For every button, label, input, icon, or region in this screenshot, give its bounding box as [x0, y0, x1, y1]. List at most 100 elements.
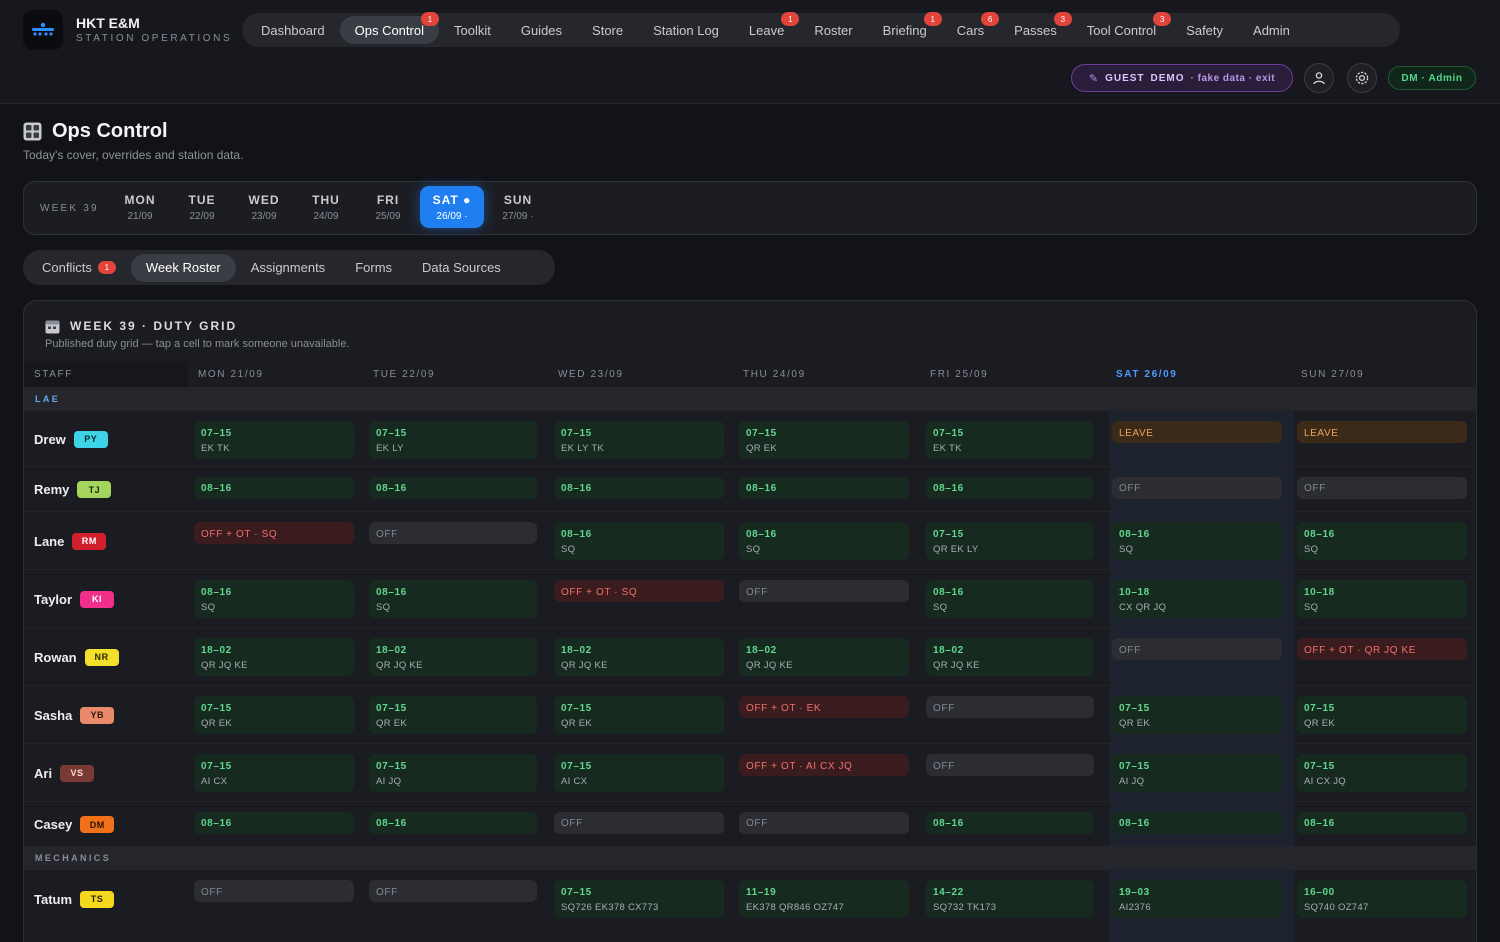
- duty-cell[interactable]: 07–15 QR EK: [1112, 696, 1282, 734]
- tab-week-roster[interactable]: Week Roster: [130, 253, 236, 282]
- duty-cell[interactable]: OFF: [1112, 476, 1282, 499]
- duty-cell[interactable]: 07–15 EK TK: [194, 421, 354, 459]
- nav-item-ops-control[interactable]: Ops Control 1: [339, 12, 439, 44]
- duty-cell[interactable]: OFF: [1112, 638, 1282, 660]
- duty-cell[interactable]: LEAVE: [1297, 421, 1467, 443]
- duty-cell[interactable]: 14–22 SQ732 TK173: [926, 880, 1094, 918]
- duty-cell[interactable]: 07–15 QR EK: [369, 696, 537, 734]
- gear-icon[interactable]: [1347, 63, 1377, 93]
- duty-cell[interactable]: 08–16: [194, 811, 354, 834]
- duty-cell[interactable]: 10–18 SQ: [1297, 580, 1467, 618]
- duty-cell[interactable]: 07–15 EK LY TK: [554, 421, 724, 459]
- nav-item-roster[interactable]: Roster: [799, 16, 867, 44]
- duty-cell[interactable]: 08–16: [1112, 811, 1282, 834]
- duty-cell[interactable]: OFF: [1297, 476, 1467, 499]
- duty-cell[interactable]: 07–15 QR EK: [194, 696, 354, 734]
- duty-cell[interactable]: 18–02 QR JQ KE: [194, 638, 354, 676]
- duty-cell[interactable]: 07–15 QR EK: [1297, 696, 1467, 734]
- user-role-pill[interactable]: DM · Admin: [1388, 66, 1476, 90]
- tab-data-sources[interactable]: Data Sources: [407, 254, 516, 282]
- day-chip-fri[interactable]: FRI 25/09: [356, 186, 420, 228]
- duty-cell[interactable]: OFF + OT · QR JQ KE: [1297, 638, 1467, 660]
- duty-cell[interactable]: 08–16: [739, 476, 909, 499]
- duty-cell[interactable]: LEAVE: [1112, 421, 1282, 443]
- duty-cell[interactable]: OFF: [926, 696, 1094, 718]
- duty-cell[interactable]: 08–16: [1297, 811, 1467, 834]
- duty-cell[interactable]: 08–16: [926, 811, 1094, 834]
- duty-cell[interactable]: OFF: [926, 754, 1094, 776]
- duty-cell[interactable]: 08–16 SQ: [369, 580, 537, 618]
- duty-cell[interactable]: 08–16 SQ: [739, 522, 909, 560]
- duty-cell[interactable]: 07–15 AI JQ: [369, 754, 537, 792]
- duty-cell[interactable]: OFF: [554, 811, 724, 834]
- duty-cell[interactable]: 07–15 AI JQ: [1112, 754, 1282, 792]
- duty-airlines: EK LY: [376, 443, 404, 454]
- duty-cell[interactable]: 07–15 AI CX: [554, 754, 724, 792]
- duty-cell[interactable]: OFF + OT · AI CX JQ: [739, 754, 909, 776]
- day-chip-sun[interactable]: SUN 27/09 ·: [486, 186, 550, 228]
- staff-initials-badge: TJ: [77, 481, 112, 498]
- nav-item-leave[interactable]: Leave 1: [734, 12, 800, 44]
- guest-demo-pill[interactable]: ✎ GUEST DEMO · fake data · exit: [1071, 64, 1293, 92]
- duty-cell[interactable]: OFF: [194, 880, 354, 902]
- tab-forms[interactable]: Forms: [340, 254, 407, 282]
- nav-item-passes[interactable]: Passes 3: [999, 12, 1072, 44]
- day-chip-wed[interactable]: WED 23/09: [232, 186, 296, 228]
- duty-cell[interactable]: 07–15 QR EK: [739, 421, 909, 459]
- duty-cell[interactable]: 08–16: [926, 476, 1094, 499]
- duty-cell[interactable]: 08–16: [369, 476, 537, 499]
- duty-cell[interactable]: 16–00 SQ740 OZ747: [1297, 880, 1467, 918]
- nav-item-store[interactable]: Store: [577, 16, 638, 44]
- day-chip-tue[interactable]: TUE 22/09: [170, 186, 234, 228]
- duty-cell[interactable]: OFF: [369, 880, 537, 902]
- nav-item-briefing[interactable]: Briefing 1: [868, 12, 942, 44]
- duty-cell[interactable]: OFF + OT · EK: [739, 696, 909, 718]
- duty-cell[interactable]: OFF + OT · SQ: [194, 522, 354, 544]
- duty-cell[interactable]: 18–02 QR JQ KE: [554, 638, 724, 676]
- duty-cell[interactable]: 07–15 SQ726 EK378 CX773: [554, 880, 724, 918]
- tab-conflicts[interactable]: Conflicts 1: [27, 254, 131, 282]
- day-chip-thu[interactable]: THU 24/09: [294, 186, 358, 228]
- duty-cell[interactable]: 19–03 AI2376: [1112, 880, 1282, 918]
- nav-item-guides[interactable]: Guides: [506, 16, 577, 44]
- duty-cell[interactable]: 07–15 EK LY: [369, 421, 537, 459]
- duty-cell[interactable]: 07–15 AI CX: [194, 754, 354, 792]
- duty-cell[interactable]: 08–16: [194, 476, 354, 499]
- nav-item-station-log[interactable]: Station Log: [638, 16, 734, 44]
- nav-item-toolkit[interactable]: Toolkit: [439, 16, 506, 44]
- staff-name: Drew: [34, 431, 66, 447]
- duty-cell[interactable]: 08–16 SQ: [1297, 522, 1467, 560]
- duty-cell[interactable]: 08–16: [369, 811, 537, 834]
- aircraft-logo-icon[interactable]: [23, 10, 63, 50]
- duty-cell[interactable]: OFF + OT · SQ: [554, 580, 724, 602]
- duty-cell[interactable]: 07–15 QR EK LY: [926, 522, 1094, 560]
- duty-cell[interactable]: 11–19 EK378 QR846 OZ747: [739, 880, 909, 918]
- duty-cell[interactable]: 18–02 QR JQ KE: [926, 638, 1094, 676]
- guest-exit-link[interactable]: · fake data · exit: [1191, 73, 1276, 84]
- day-chip-sat[interactable]: SAT ● 26/09 ·: [420, 186, 484, 228]
- duty-cell[interactable]: 07–15 AI CX JQ: [1297, 754, 1467, 792]
- duty-cell[interactable]: 08–16 SQ: [1112, 522, 1282, 560]
- duty-cell[interactable]: 08–16 SQ: [926, 580, 1094, 618]
- duty-cell[interactable]: 07–15 EK TK: [926, 421, 1094, 459]
- duty-cell[interactable]: OFF: [739, 811, 909, 834]
- nav-item-cars[interactable]: Cars 6: [942, 12, 1000, 44]
- duty-cell[interactable]: 10–18 CX QR JQ: [1112, 580, 1282, 618]
- duty-cell[interactable]: 18–02 QR JQ KE: [739, 638, 909, 676]
- nav-item-tool-control[interactable]: Tool Control 3: [1072, 12, 1172, 44]
- day-chip-mon[interactable]: MON 21/09: [108, 186, 172, 228]
- user-icon[interactable]: [1304, 63, 1334, 93]
- tab-assignments[interactable]: Assignments: [236, 254, 340, 282]
- duty-cell[interactable]: 08–16 SQ: [194, 580, 354, 618]
- nav-item-dashboard[interactable]: Dashboard: [246, 16, 340, 44]
- duty-cell[interactable]: 08–16 SQ: [554, 522, 724, 560]
- duty-cell[interactable]: 07–15 QR EK: [554, 696, 724, 734]
- duty-cell[interactable]: 08–16: [554, 476, 724, 499]
- nav-item-admin[interactable]: Admin: [1238, 16, 1305, 44]
- duty-shift: 18–02: [201, 645, 232, 656]
- duty-cell[interactable]: OFF: [739, 580, 909, 602]
- duty-cell[interactable]: OFF: [369, 522, 537, 544]
- duty-cell[interactable]: 18–02 QR JQ KE: [369, 638, 537, 676]
- duty-airlines: QR EK: [746, 443, 778, 454]
- nav-item-safety[interactable]: Safety: [1171, 16, 1238, 44]
